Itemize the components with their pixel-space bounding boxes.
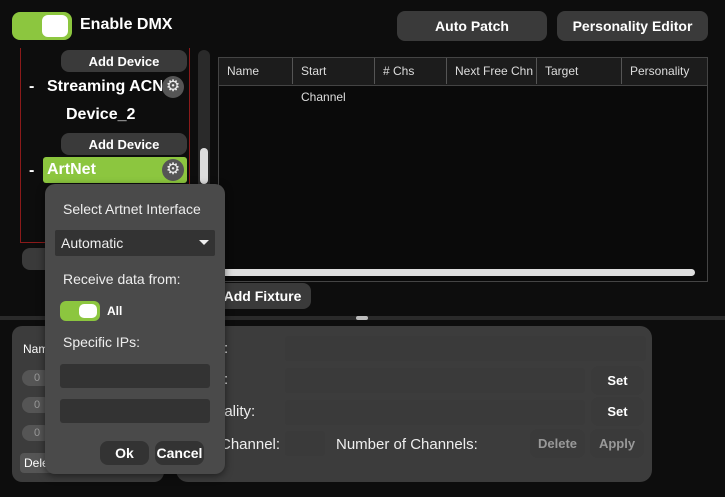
column-header[interactable]: Next Free Chn xyxy=(447,58,537,84)
tree-scrollbar-thumb[interactable] xyxy=(200,148,208,184)
enable-dmx-label: Enable DMX xyxy=(80,16,173,33)
personality-editor-button[interactable]: Personality Editor xyxy=(557,11,708,41)
divider-handle[interactable] xyxy=(356,316,368,320)
toggle-knob xyxy=(79,304,97,318)
artnet-item[interactable]: ArtNet ⚙ xyxy=(43,157,187,183)
table-header: Name Start Channel # Chs Next Free Chn T… xyxy=(219,58,707,104)
fixture-form: : : Set nality: Set Channel: Number of C… xyxy=(176,326,652,482)
receive-data-label: Receive data from: xyxy=(63,271,181,287)
artnet-label: ArtNet xyxy=(47,161,96,178)
enable-dmx-toggle[interactable] xyxy=(12,12,72,40)
ok-button[interactable]: Ok xyxy=(100,441,149,465)
auto-patch-button[interactable]: Auto Patch xyxy=(397,11,547,41)
delete-button[interactable]: Delete xyxy=(530,429,585,458)
start-channel-input[interactable] xyxy=(285,431,325,456)
add-device-button[interactable]: Add Device xyxy=(61,50,187,72)
tree-dash: - xyxy=(29,162,35,179)
ip-input[interactable] xyxy=(60,364,210,388)
add-device-button[interactable]: Add Device xyxy=(61,133,187,155)
all-label: All xyxy=(107,304,123,318)
ip-input[interactable] xyxy=(60,399,210,423)
target-input[interactable] xyxy=(285,368,585,393)
tree-dash: - xyxy=(29,78,35,95)
device-2-label[interactable]: Device_2 xyxy=(66,106,135,124)
channel-label: Channel: xyxy=(220,436,281,453)
chevron-down-icon xyxy=(199,240,209,245)
cancel-button[interactable]: Cancel xyxy=(155,441,204,465)
streaming-acn-label[interactable]: Streaming ACN xyxy=(47,78,162,96)
column-header[interactable]: Name xyxy=(219,58,293,84)
set-button[interactable]: Set xyxy=(591,366,644,395)
add-fixture-button[interactable]: Add Fixture xyxy=(214,283,311,309)
gear-icon[interactable]: ⚙ xyxy=(162,76,184,98)
interface-select[interactable]: Automatic xyxy=(55,230,215,256)
column-header[interactable]: Personality xyxy=(622,58,707,84)
gear-icon[interactable]: ⚙ xyxy=(162,159,184,181)
all-toggle[interactable] xyxy=(60,301,100,321)
popup-title: Select Artnet Interface xyxy=(63,201,201,217)
column-header[interactable]: Target xyxy=(537,58,622,84)
number-of-channels-label: Number of Channels: xyxy=(336,436,478,453)
table-hscrollbar[interactable] xyxy=(221,269,695,276)
name-input[interactable] xyxy=(285,336,646,361)
specific-ips-label: Specific IPs: xyxy=(63,334,141,350)
set-button[interactable]: Set xyxy=(591,397,644,426)
artnet-interface-popup: Select Artnet Interface Automatic Receiv… xyxy=(45,184,225,474)
column-header[interactable]: Start Channel xyxy=(293,58,375,104)
toggle-knob xyxy=(42,15,68,37)
fixture-table: Name Start Channel # Chs Next Free Chn T… xyxy=(218,57,708,282)
column-header[interactable]: # Chs xyxy=(375,58,447,84)
apply-button[interactable]: Apply xyxy=(590,429,644,458)
interface-select-value: Automatic xyxy=(61,235,124,251)
personality-input[interactable] xyxy=(285,400,585,425)
